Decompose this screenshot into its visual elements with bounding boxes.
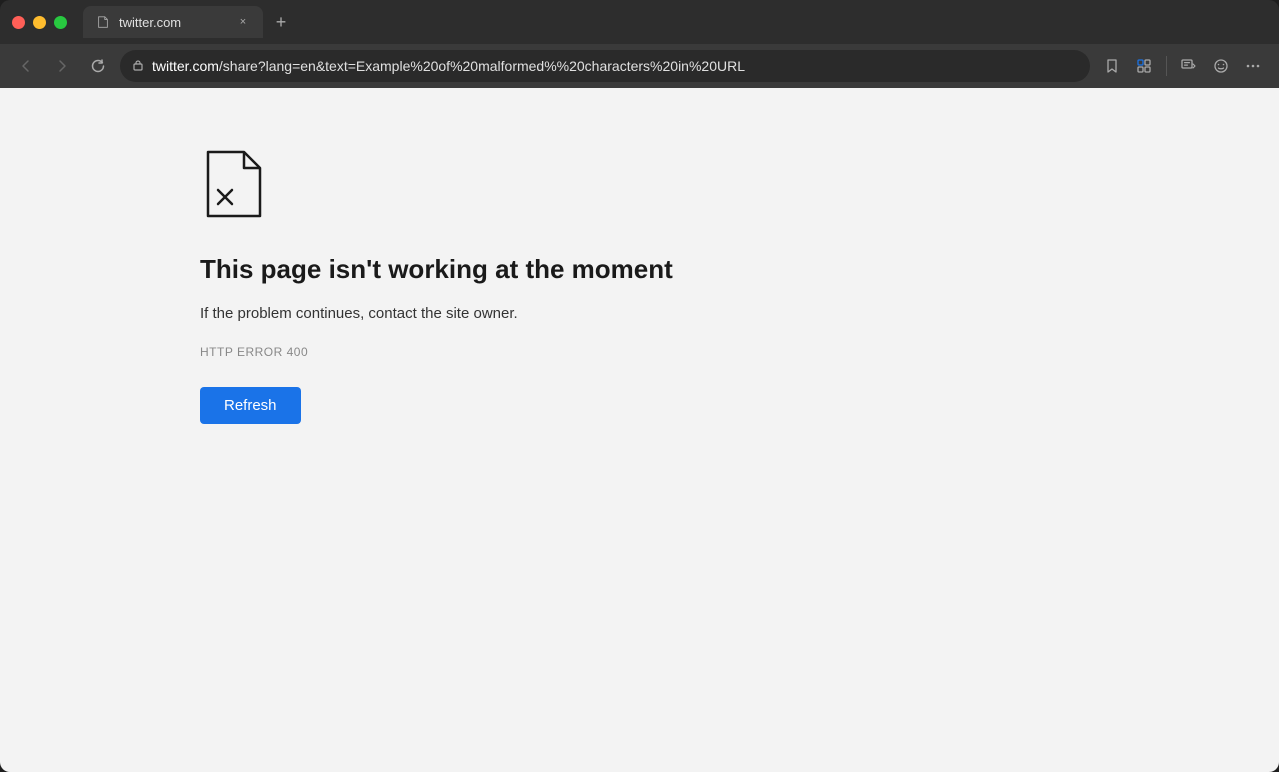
error-title: This page isn't working at the moment	[200, 253, 673, 287]
url-text: twitter.com/share?lang=en&text=Example%2…	[152, 58, 745, 74]
new-tab-button[interactable]: +	[267, 8, 295, 36]
url-domain: twitter.com	[152, 58, 219, 74]
url-path: /share?lang=en&text=Example%20of%20malfo…	[219, 58, 745, 74]
error-description: If the problem continues, contact the si…	[200, 303, 518, 326]
error-container: This page isn't working at the moment If…	[200, 148, 673, 424]
more-button[interactable]	[1239, 52, 1267, 80]
back-button[interactable]	[12, 52, 40, 80]
error-code: HTTP ERROR 400	[200, 345, 308, 359]
close-button[interactable]	[12, 16, 25, 29]
screen-reader-button[interactable]	[1175, 52, 1203, 80]
bookmark-button[interactable]	[1098, 52, 1126, 80]
address-bar[interactable]: twitter.com/share?lang=en&text=Example%2…	[120, 50, 1090, 82]
forward-button[interactable]	[48, 52, 76, 80]
tab-close-button[interactable]: ×	[235, 14, 251, 30]
traffic-lights	[12, 16, 67, 29]
emoji-button[interactable]	[1207, 52, 1235, 80]
browser-window: twitter.com × +	[0, 0, 1279, 772]
reload-button[interactable]	[84, 52, 112, 80]
maximize-button[interactable]	[54, 16, 67, 29]
title-bar: twitter.com × +	[0, 0, 1279, 44]
tab-title: twitter.com	[119, 15, 227, 30]
nav-actions	[1098, 52, 1267, 80]
lock-icon	[132, 59, 144, 74]
tab-bar: twitter.com × +	[83, 6, 1267, 38]
nav-bar: twitter.com/share?lang=en&text=Example%2…	[0, 44, 1279, 88]
tab-favicon	[95, 14, 111, 30]
page-content: This page isn't working at the moment If…	[0, 88, 1279, 772]
extensions-button[interactable]	[1130, 52, 1158, 80]
error-icon	[200, 148, 268, 225]
minimize-button[interactable]	[33, 16, 46, 29]
nav-divider	[1166, 56, 1167, 76]
active-tab[interactable]: twitter.com ×	[83, 6, 263, 38]
refresh-button[interactable]: Refresh	[200, 387, 301, 424]
